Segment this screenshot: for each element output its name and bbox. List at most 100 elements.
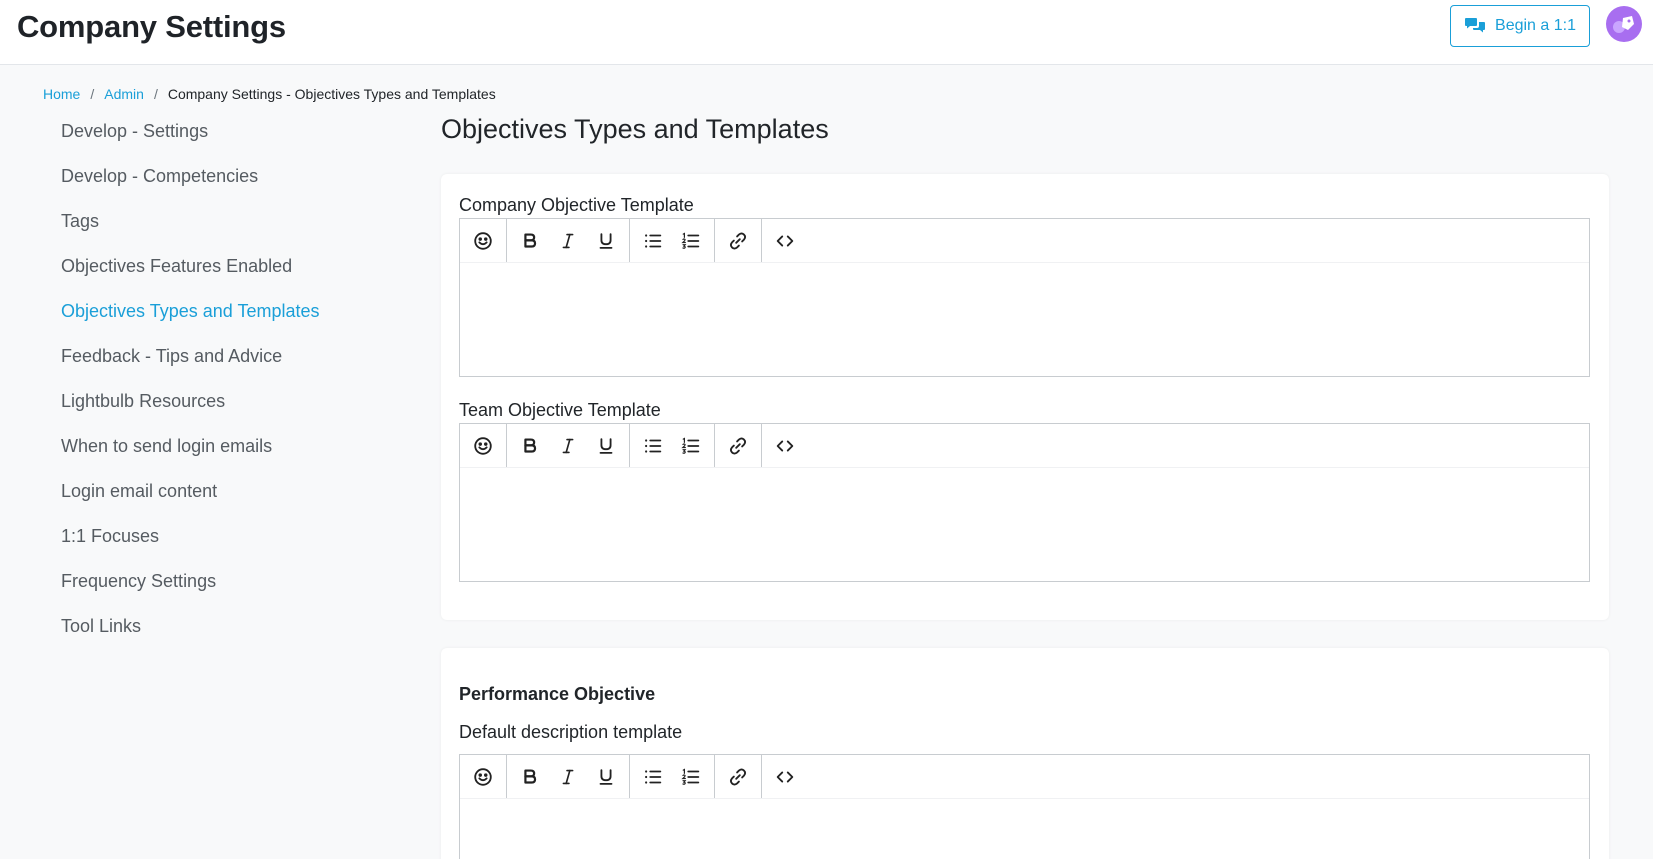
company-template-label: Company Objective Template <box>459 195 694 215</box>
underline-icon <box>599 232 613 249</box>
avatar[interactable] <box>1606 6 1642 42</box>
bold-button[interactable] <box>511 758 549 796</box>
settings-sidebar: Develop - Settings Develop - Competencie… <box>61 122 391 662</box>
numbered-list-icon <box>681 767 700 785</box>
underline-icon <box>599 768 613 785</box>
breadcrumb-admin[interactable]: Admin <box>104 86 144 102</box>
emoji-button[interactable] <box>464 222 502 260</box>
emoji-icon <box>474 767 492 786</box>
italic-button[interactable] <box>549 222 587 260</box>
emoji-button[interactable] <box>464 427 502 465</box>
emoji-icon <box>474 436 492 455</box>
bold-button[interactable] <box>511 427 549 465</box>
sidebar-item-frequency-settings[interactable]: Frequency Settings <box>61 572 391 617</box>
sidebar-item-login-email-content[interactable]: Login email content <box>61 482 391 527</box>
sidebar-item-login-emails-timing[interactable]: When to send login emails <box>61 437 391 482</box>
link-icon <box>729 768 747 785</box>
team-template-editor <box>459 423 1590 582</box>
underline-button[interactable] <box>587 222 625 260</box>
code-view-icon <box>776 440 794 451</box>
sidebar-item-objectives-features[interactable]: Objectives Features Enabled <box>61 257 391 302</box>
default-description-label: Default description template <box>459 722 683 742</box>
breadcrumb: Home / Admin / Company Settings - Object… <box>43 86 496 102</box>
sidebar-item-tags[interactable]: Tags <box>61 212 391 257</box>
emoji-button[interactable] <box>464 758 502 796</box>
editor-toolbar <box>460 219 1589 263</box>
sidebar-item-lightbulb-resources[interactable]: Lightbulb Resources <box>61 392 391 437</box>
sidebar-item-develop-competencies[interactable]: Develop - Competencies <box>61 167 391 212</box>
underline-button[interactable] <box>587 758 625 796</box>
bold-icon <box>524 437 537 453</box>
link-button[interactable] <box>719 427 757 465</box>
code-view-icon <box>776 235 794 246</box>
numbered-list-button[interactable] <box>672 427 710 465</box>
toolbar-group <box>460 755 507 798</box>
user-avatar-icon <box>1613 16 1634 33</box>
toolbar-group <box>715 755 762 798</box>
performance-objective-card: Performance Objective Default descriptio… <box>441 648 1609 859</box>
templates-card: Company Objective Template Team Objectiv… <box>441 174 1609 620</box>
sidebar-item-develop-settings[interactable]: Develop - Settings <box>61 122 391 167</box>
bullet-list-icon <box>645 769 662 784</box>
bullet-list-icon <box>645 438 662 453</box>
toolbar-group <box>507 219 630 262</box>
breadcrumb-separator: / <box>153 86 158 102</box>
numbered-list-button[interactable] <box>672 758 710 796</box>
editor-toolbar <box>460 755 1589 799</box>
begin-one-on-one-button[interactable]: Begin a 1:1 <box>1450 5 1590 47</box>
toolbar-group <box>630 219 715 262</box>
editor-toolbar <box>460 424 1589 468</box>
company-template-editor <box>459 218 1590 377</box>
team-template-text-area[interactable] <box>460 468 1589 581</box>
default-description-editor <box>459 754 1590 859</box>
italic-icon <box>562 769 574 784</box>
page-title: Objectives Types and Templates <box>441 114 829 144</box>
numbered-list-icon <box>681 436 700 454</box>
bold-icon <box>524 768 537 784</box>
code-view-button[interactable] <box>766 427 804 465</box>
toolbar-group <box>460 219 507 262</box>
code-view-button[interactable] <box>766 758 804 796</box>
italic-button[interactable] <box>549 427 587 465</box>
code-view-icon <box>776 771 794 782</box>
toolbar-group <box>762 755 808 798</box>
link-icon <box>729 232 747 249</box>
toolbar-group <box>715 219 762 262</box>
bullet-list-button[interactable] <box>634 758 672 796</box>
toolbar-group <box>460 424 507 467</box>
sidebar-item-feedback-tips[interactable]: Feedback - Tips and Advice <box>61 347 391 392</box>
toolbar-group <box>762 424 808 467</box>
italic-button[interactable] <box>549 758 587 796</box>
bullet-list-button[interactable] <box>634 222 672 260</box>
italic-icon <box>562 233 574 248</box>
default-description-text-area[interactable] <box>460 799 1589 859</box>
bullet-list-icon <box>645 233 662 248</box>
link-button[interactable] <box>719 222 757 260</box>
top-bar: Company Settings Begin a 1:1 <box>0 0 1653 65</box>
company-template-text-area[interactable] <box>460 263 1589 376</box>
bold-icon <box>524 232 537 248</box>
numbered-list-button[interactable] <box>672 222 710 260</box>
performance-objective-heading: Performance Objective <box>459 684 656 704</box>
link-icon <box>729 437 747 454</box>
begin-button-label: Begin a 1:1 <box>1495 17 1576 34</box>
code-view-button[interactable] <box>766 222 804 260</box>
underline-button[interactable] <box>587 427 625 465</box>
toolbar-group <box>762 219 808 262</box>
bold-button[interactable] <box>511 222 549 260</box>
breadcrumb-separator: / <box>90 86 95 102</box>
team-template-label: Team Objective Template <box>459 400 661 420</box>
numbered-list-icon <box>681 231 700 249</box>
underline-icon <box>599 437 613 454</box>
breadcrumb-current: Company Settings - Objectives Types and … <box>167 86 496 102</box>
sidebar-item-tool-links[interactable]: Tool Links <box>61 617 391 662</box>
toolbar-group <box>715 424 762 467</box>
toolbar-group <box>507 755 630 798</box>
bullet-list-button[interactable] <box>634 427 672 465</box>
sidebar-item-focuses[interactable]: 1:1 Focuses <box>61 527 391 572</box>
breadcrumb-home[interactable]: Home <box>43 86 80 102</box>
toolbar-group <box>507 424 630 467</box>
sidebar-item-objectives-types[interactable]: Objectives Types and Templates <box>61 302 391 347</box>
chat-bubbles-icon <box>1465 18 1486 33</box>
link-button[interactable] <box>719 758 757 796</box>
